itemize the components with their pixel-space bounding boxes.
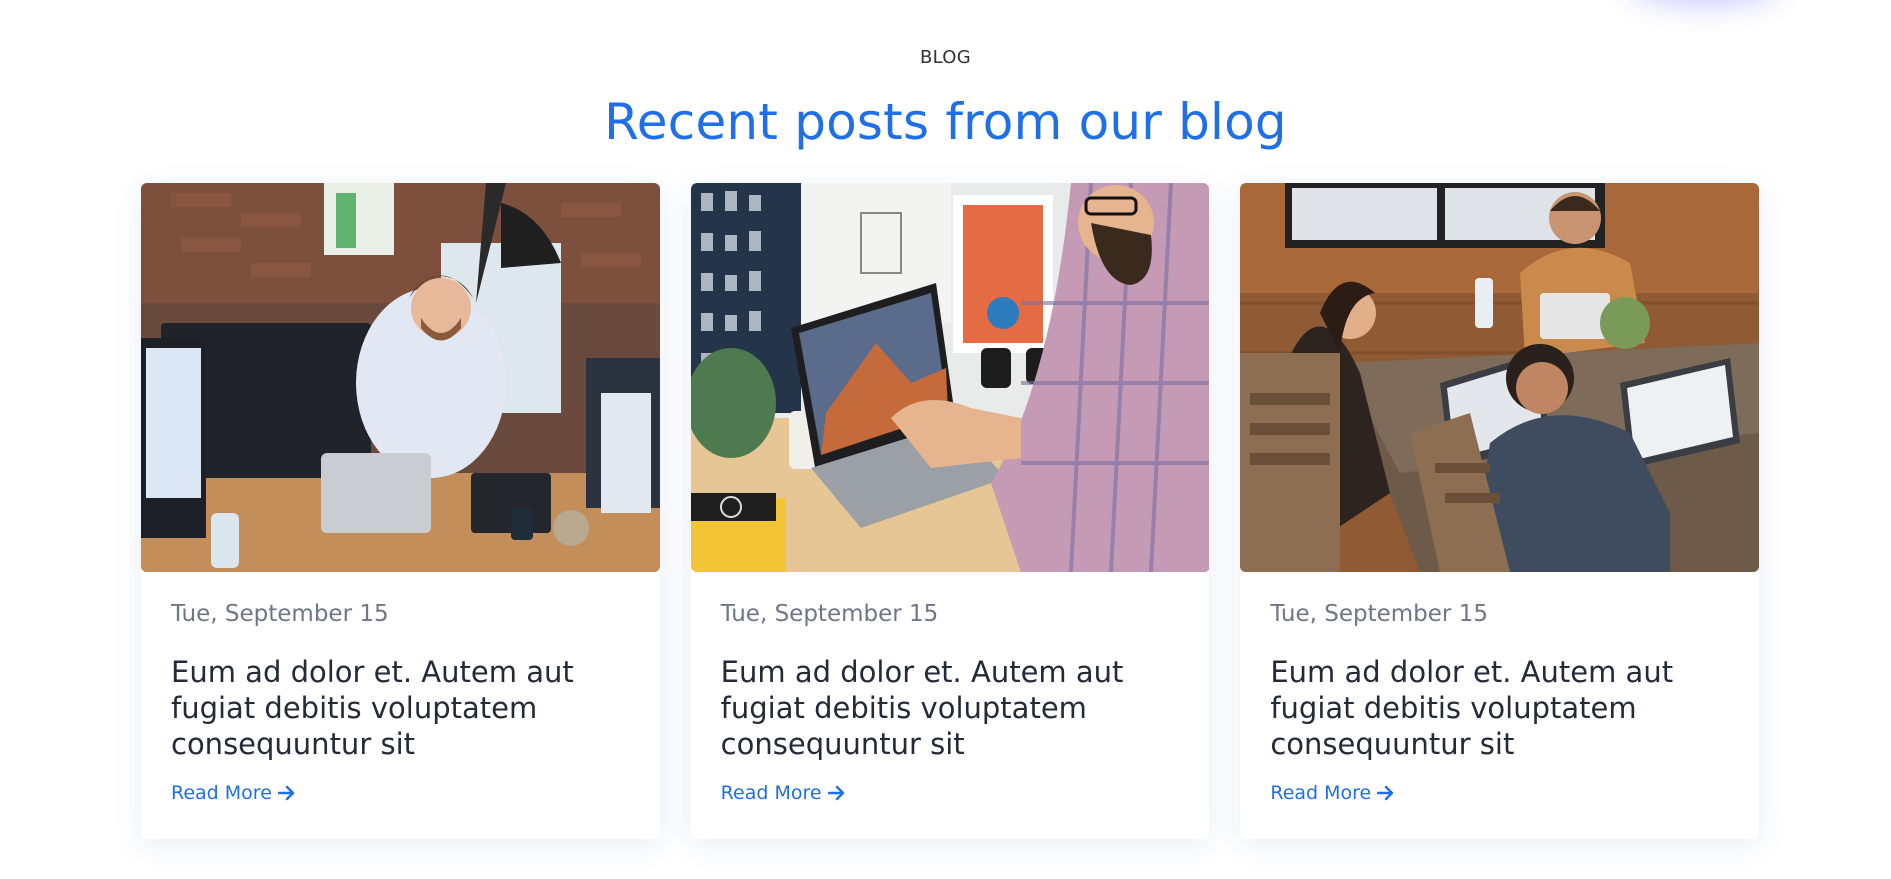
post-title[interactable]: Eum ad dolor et. Autem aut fugiat debiti… [1270, 654, 1731, 762]
read-more-link[interactable]: Read More [1270, 782, 1395, 804]
arrow-right-icon [827, 785, 844, 801]
arrow-right-icon [277, 785, 295, 801]
read-more-label: Read More [720, 782, 822, 804]
post-title[interactable]: Eum ad dolor et. Autem aut fugiat debiti… [721, 654, 1182, 762]
read-more-link[interactable]: Read More [721, 782, 846, 804]
blog-card: Tue, September 15 Eum ad dolor et. Autem… [1240, 183, 1760, 839]
read-more-link[interactable]: Read More [171, 782, 296, 804]
post-date: Tue, September 15 [171, 601, 389, 627]
read-more-label: Read More [171, 782, 272, 804]
arrow-right-icon [1377, 785, 1394, 801]
blog-card-image[interactable] [690, 183, 1210, 572]
blog-card-body: Tue, September 15 Eum ad dolor et. Autem… [171, 601, 632, 805]
blog-card: Tue, September 15 Eum ad dolor et. Autem… [141, 183, 660, 839]
blog-card-image[interactable] [141, 183, 660, 572]
post-date: Tue, September 15 [1270, 601, 1488, 627]
blog-card-image[interactable] [1240, 183, 1760, 572]
blog-card-body: Tue, September 15 Eum ad dolor et. Autem… [1270, 601, 1731, 805]
read-more-label: Read More [1270, 782, 1372, 804]
blog-section: BLOG Recent posts from our blog Tue, Sep… [0, 0, 1891, 879]
section-eyebrow: BLOG [919, 47, 972, 68]
post-title[interactable]: Eum ad dolor et. Autem aut fugiat debiti… [171, 654, 632, 762]
section-heading: Recent posts from our blog [604, 93, 1287, 151]
blog-card: Tue, September 15 Eum ad dolor et. Autem… [690, 183, 1210, 839]
post-date: Tue, September 15 [720, 601, 939, 627]
blog-card-body: Tue, September 15 Eum ad dolor et. Autem… [720, 601, 1182, 805]
blog-card-list: Tue, September 15 Eum ad dolor et. Autem… [141, 183, 1760, 839]
